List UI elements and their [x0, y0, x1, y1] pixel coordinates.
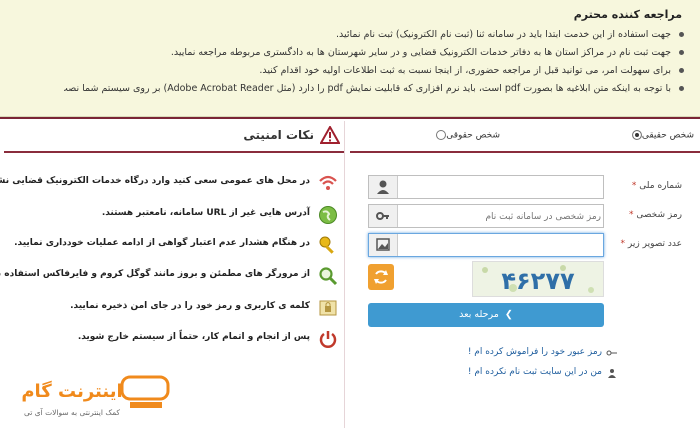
warning-icon — [319, 124, 341, 148]
security-tip: کلمه ی کاربری و رمز خود را در جای امن ذخ… — [8, 298, 338, 318]
captcha-image: ۴۶۲۷۷ — [472, 261, 604, 297]
tip-text: پس از انجام و اتمام کار، حتماً از سیستم … — [77, 332, 310, 342]
security-tip: پس از انجام و اتمام کار، حتماً از سیستم … — [8, 329, 338, 349]
refresh-icon — [374, 270, 388, 284]
tip-text: کلمه ی کاربری و رمز خود را در جای امن ذخ… — [70, 301, 310, 311]
next-step-label: مرحله بعد — [459, 309, 499, 320]
key-icon — [318, 235, 338, 255]
radio-legal-person[interactable]: شخص حقوقی — [433, 130, 500, 141]
logo-tagline: کمک اینترنتی به سوالات آی تی — [24, 407, 120, 417]
captcha-input[interactable] — [399, 234, 603, 258]
globe-icon — [318, 205, 338, 225]
magnifier-icon — [318, 266, 338, 286]
security-header: نکات امنیتی — [4, 121, 344, 153]
captcha-label: عدد تصویر زیر * — [620, 239, 682, 249]
radio-unchecked-icon[interactable] — [436, 130, 447, 140]
radio-label: شخص حقوقی — [446, 130, 500, 141]
lock-icon — [318, 298, 338, 318]
login-panel: شخص حقیقی شخص حقوقی شماره ملی * رمز شخصی… — [350, 121, 700, 428]
image-icon — [369, 234, 398, 256]
notice-item: با توجه به اینکه متن ابلاغیه ها بصورت pd… — [64, 80, 684, 98]
key-link-icon — [606, 348, 618, 361]
bullet-icon — [679, 50, 684, 55]
password-input[interactable] — [399, 205, 603, 229]
tip-text: در هنگام هشدار عدم اعتبار گواهی از ادامه… — [14, 238, 310, 248]
power-icon — [318, 329, 338, 349]
person-type-selector: شخص حقیقی شخص حقوقی — [350, 121, 700, 153]
notice-item-text: برای سهولت امر، می توانید قبل از مراجعه … — [259, 65, 671, 76]
key-small-icon — [369, 205, 398, 227]
security-tip: آدرس هایی غیر از URL سامانه، نامعتبر هست… — [8, 205, 338, 225]
wifi-icon — [318, 173, 338, 193]
notice-item: برای سهولت امر، می توانید قبل از مراجعه … — [64, 62, 684, 80]
security-tip: در هنگام هشدار عدم اعتبار گواهی از ادامه… — [8, 235, 338, 255]
security-title: نکات امنیتی — [243, 128, 314, 142]
site-logo: اینترنت گام کمک اینترنتی به سوالات آی تی — [10, 375, 180, 425]
password-label: رمز شخصی * — [628, 210, 682, 220]
logo-name: اینترنت گام — [21, 380, 122, 402]
user-icon — [369, 176, 398, 198]
captcha-text: ۴۶۲۷۷ — [501, 267, 575, 295]
chevron-left-icon: ❮ — [501, 309, 513, 320]
tip-text: در محل های عمومی سعی کنید وارد درگاه خدم… — [0, 176, 310, 186]
register-text[interactable]: من در این سایت ثبت نام نکرده ام ! — [468, 367, 602, 377]
register-link[interactable]: من در این سایت ثبت نام نکرده ام ! — [468, 367, 616, 378]
refresh-captcha-button[interactable] — [368, 264, 394, 290]
notice-item-text: با توجه به اینکه متن ابلاغیه ها بصورت pd… — [64, 83, 671, 94]
radio-real-person[interactable]: شخص حقیقی — [629, 130, 694, 141]
security-tip: در محل های عمومی سعی کنید وارد درگاه خدم… — [0, 173, 338, 193]
user-link-icon — [606, 368, 618, 381]
captcha-field[interactable] — [368, 233, 604, 258]
radio-label: شخص حقیقی — [641, 130, 694, 141]
password-field[interactable] — [368, 204, 604, 229]
national-id-label: شماره ملی * — [631, 181, 682, 191]
national-id-field[interactable] — [368, 175, 604, 200]
logo-shape — [120, 375, 170, 401]
next-step-button[interactable]: مرحله بعد ❮ — [368, 303, 604, 327]
notice-title: مراجعه کننده محترم — [573, 8, 682, 21]
bullet-icon — [679, 68, 684, 73]
notice-item-text: جهت ثبت نام در مراکز استان ها به دفاتر خ… — [170, 47, 671, 58]
logo-shape-base — [130, 402, 162, 408]
forgot-password-text[interactable]: رمز عبور خود را فراموش کرده ام ! — [468, 347, 602, 357]
tip-text: از مرورگر های مطمئن و بروز مانند گوگل کر… — [0, 269, 310, 279]
notice-panel: مراجعه کننده محترم جهت استفاده از این خد… — [0, 0, 700, 117]
radio-checked-icon[interactable] — [631, 130, 642, 140]
forgot-password-link[interactable]: رمز عبور خود را فراموش کرده ام ! — [468, 347, 617, 357]
notice-list: جهت استفاده از این خدمت ابتدا باید در سا… — [64, 26, 684, 98]
national-id-input[interactable] — [399, 176, 603, 200]
divider — [0, 117, 700, 119]
notice-item: جهت ثبت نام در مراکز استان ها به دفاتر خ… — [64, 44, 684, 62]
bullet-icon — [679, 86, 684, 91]
captcha-row: ۴۶۲۷۷ — [368, 261, 604, 297]
notice-item: جهت استفاده از این خدمت ابتدا باید در سا… — [64, 26, 684, 44]
tip-text: آدرس هایی غیر از URL سامانه، نامعتبر هست… — [101, 208, 310, 218]
notice-item-text: جهت استفاده از این خدمت ابتدا باید در سا… — [336, 29, 671, 40]
security-tip: از مرورگر های مطمئن و بروز مانند گوگل کر… — [0, 266, 338, 286]
bullet-icon — [679, 32, 684, 37]
